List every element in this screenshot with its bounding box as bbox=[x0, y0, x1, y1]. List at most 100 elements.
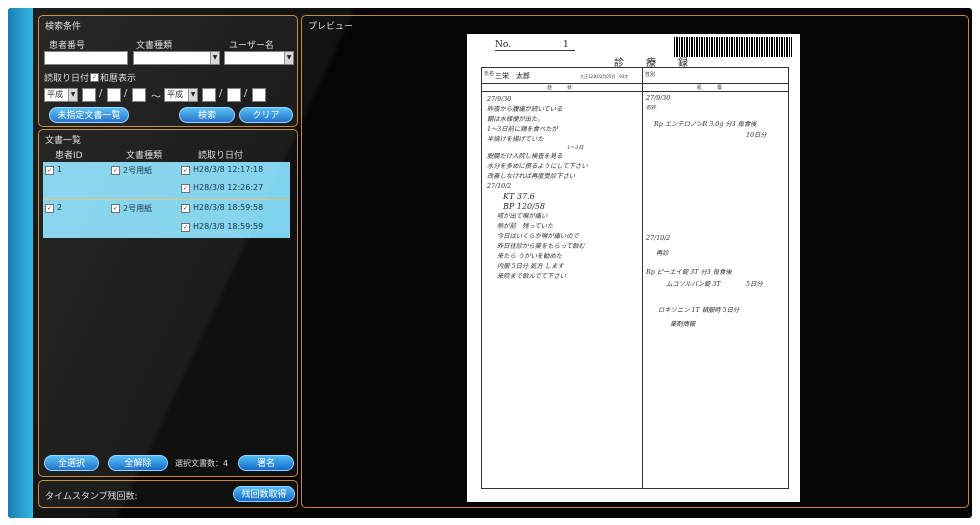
note-line: BP 120/58 bbox=[503, 202, 545, 211]
era-from-select[interactable]: 平成 ▼ bbox=[44, 88, 78, 102]
cell-type: 2号用紙 bbox=[123, 166, 153, 175]
era-from-value: 平成 bbox=[47, 90, 63, 99]
doclist-panel: 文書一覧 患者ID 文書種類 読取り日付 ✓ 1 ✓ 2号用紙 ✓ H28/3/… bbox=[38, 129, 298, 477]
name-label: 氏名 bbox=[484, 71, 495, 77]
clear-button[interactable]: クリア bbox=[239, 107, 293, 123]
select-all-button[interactable]: 全選択 bbox=[44, 455, 99, 471]
search-panel: 検索条件 患者番号 文書種類 ユーザー名 ▼ ▼ 読取り日付 ✓ 和暦表示 平成… bbox=[38, 15, 298, 127]
note-line: 来院まで飲んでて下さい bbox=[497, 273, 566, 280]
user-name-select[interactable]: ▼ bbox=[224, 51, 294, 65]
chevron-down-icon: ▼ bbox=[210, 52, 219, 64]
cell-type: 2号用紙 bbox=[123, 204, 153, 213]
from-year-input[interactable] bbox=[82, 88, 96, 102]
note-line: Rp ピーエイ錠 3T 分3 毎食後 bbox=[646, 269, 732, 276]
chevron-down-icon: ▼ bbox=[284, 52, 293, 64]
range-separator: ～ bbox=[151, 92, 161, 103]
cell-date: H28/3/8 18:59:58 bbox=[193, 203, 264, 212]
note-line: 10日分 bbox=[746, 132, 767, 139]
timestamp-panel: タイムスタンプ残回数: 残回数取得 bbox=[38, 480, 298, 508]
search-panel-title: 検索条件 bbox=[45, 22, 82, 32]
note-line: 昨日往診から薬をもらって飲む bbox=[497, 243, 585, 250]
read-date-label: 読取り日付 bbox=[44, 74, 90, 84]
patient-no-input[interactable] bbox=[44, 51, 128, 65]
type-checkbox[interactable]: ✓ bbox=[111, 166, 120, 175]
era-to-value: 平成 bbox=[167, 90, 183, 99]
record-frame: 氏名 三栄 太郎 大正12年02月05日 93才 性別 症 状 処 置 27/9… bbox=[481, 67, 789, 489]
type-checkbox[interactable]: ✓ bbox=[111, 204, 120, 213]
sign-button[interactable]: 署名 bbox=[238, 455, 294, 471]
note-line: 半焼けを揚げていた bbox=[487, 136, 544, 143]
note-line: 内服 5日分 処方 します bbox=[497, 263, 564, 270]
note-line: 初診 bbox=[646, 105, 657, 111]
doc-type-label: 文書種類 bbox=[136, 41, 173, 51]
note-line: 27/9/30 bbox=[646, 95, 671, 102]
column-header-row: 症 状 処 置 bbox=[482, 83, 788, 92]
selected-count: 選択文書数：4 bbox=[175, 459, 229, 468]
column-divider bbox=[642, 83, 643, 488]
wareki-checkbox[interactable]: ✓ bbox=[90, 73, 99, 82]
cell-date: H28/3/8 12:17:18 bbox=[193, 165, 264, 174]
medical-record-document: No. 1 診 療 録 氏名 三栄 太郎 大正12年02月05日 93才 性別 … bbox=[467, 34, 800, 502]
doc-no-underline bbox=[495, 50, 575, 51]
note-line: 1～3日前に鶏を食べたが bbox=[487, 126, 558, 133]
col-header-date: 読取り日付 bbox=[198, 151, 244, 161]
cell-patient: 2 bbox=[57, 203, 63, 212]
cell-date: H28/3/8 18:59:59 bbox=[193, 222, 264, 231]
get-remaining-button[interactable]: 残回数取得 bbox=[233, 486, 295, 502]
user-name-label: ユーザー名 bbox=[229, 41, 274, 51]
doc-no-label: No. bbox=[495, 40, 511, 50]
wareki-label: 和暦表示 bbox=[100, 74, 137, 84]
cell-date: H28/3/8 12:26:27 bbox=[193, 183, 264, 192]
note-line: 27/9/30 bbox=[487, 96, 512, 103]
note-line: 5日分 bbox=[746, 281, 763, 288]
to-month-input[interactable] bbox=[227, 88, 241, 102]
note-line: 脱腸だけ入院し検査を見る bbox=[487, 153, 563, 160]
date-separator: / bbox=[99, 88, 103, 99]
from-day-input[interactable] bbox=[132, 88, 146, 102]
sex-label: 性別 bbox=[645, 72, 656, 78]
table-row[interactable]: ✓ 1 ✓ 2号用紙 ✓ H28/3/8 12:17:18 ✓ H28/3/8 … bbox=[43, 162, 290, 199]
deselect-all-button[interactable]: 全解除 bbox=[108, 455, 168, 471]
treatment-header: 処 置 bbox=[697, 85, 723, 91]
row-checkbox[interactable]: ✓ bbox=[45, 166, 54, 175]
preview-title: プレビュー bbox=[308, 22, 354, 32]
date-checkbox[interactable]: ✓ bbox=[181, 184, 190, 193]
side-accent-bar bbox=[8, 8, 33, 518]
date-checkbox[interactable]: ✓ bbox=[181, 223, 190, 232]
table-row[interactable]: ✓ 2 ✓ 2号用紙 ✓ H28/3/8 18:59:58 ✓ H28/3/8 … bbox=[43, 200, 290, 238]
symptom-header: 症 状 bbox=[547, 85, 573, 91]
patient-info-row: 氏名 三栄 太郎 大正12年02月05日 93才 性別 bbox=[482, 68, 788, 84]
patient-name: 三栄 太郎 bbox=[495, 72, 530, 80]
col-header-type: 文書種類 bbox=[126, 151, 163, 161]
note-line: 昨夜から腹痛が続いている bbox=[487, 106, 563, 113]
date-separator: / bbox=[124, 88, 128, 99]
row-checkbox[interactable]: ✓ bbox=[45, 204, 54, 213]
patient-no-label: 患者番号 bbox=[49, 41, 86, 51]
era-to-select[interactable]: 平成 ▼ bbox=[164, 88, 198, 102]
note-line: 咳が出て喉が痛い bbox=[497, 213, 548, 220]
symptom-notes: 27/9/30 昨夜から腹痛が続いている 朝は水様便が出た。 1～3日前に鶏を食… bbox=[487, 95, 637, 282]
note-line: 来たら うがいを勧めた bbox=[497, 253, 562, 260]
doc-type-select[interactable]: ▼ bbox=[133, 51, 220, 65]
search-button[interactable]: 検索 bbox=[179, 107, 235, 123]
unassigned-docs-button[interactable]: 未指定文書一覧 bbox=[49, 107, 129, 123]
to-year-input[interactable] bbox=[202, 88, 216, 102]
note-line: ムコソルバン錠 3T bbox=[666, 281, 721, 288]
date-checkbox[interactable]: ✓ bbox=[181, 166, 190, 175]
from-month-input[interactable] bbox=[107, 88, 121, 102]
note-line: 再診 bbox=[656, 250, 669, 257]
chevron-down-icon: ▼ bbox=[68, 89, 77, 101]
note-line: 27/10/2 bbox=[487, 183, 512, 190]
note-line: Rp エンテロノンR 3.0g 分3 毎食後 bbox=[654, 121, 757, 128]
note-line: 水分を多めに摂るようにして下さい bbox=[487, 163, 588, 170]
cell-patient: 1 bbox=[57, 165, 63, 174]
note-line: KT 37.6 bbox=[503, 192, 535, 201]
note-line: ロキソニン 1T 頓服時 5日分 bbox=[658, 307, 740, 314]
note-line: 薬剤情報 bbox=[670, 321, 696, 328]
note-line: 熱が前 残っていた bbox=[497, 223, 554, 230]
chevron-down-icon: ▼ bbox=[188, 89, 197, 101]
doclist-panel-title: 文書一覧 bbox=[45, 136, 82, 146]
to-day-input[interactable] bbox=[252, 88, 266, 102]
col-header-patient: 患者ID bbox=[55, 151, 83, 161]
date-checkbox[interactable]: ✓ bbox=[181, 204, 190, 213]
